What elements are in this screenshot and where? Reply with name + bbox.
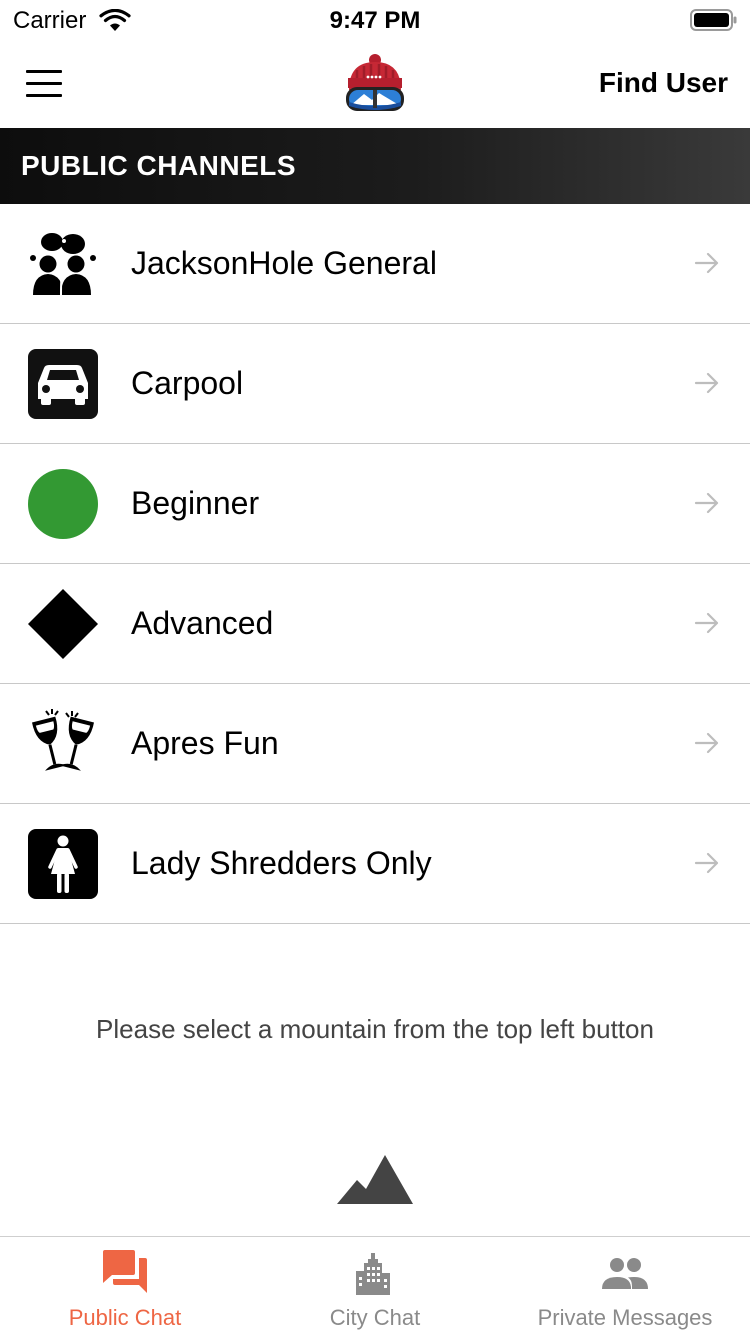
select-mountain-hint: Please select a mountain from the top le… — [96, 1014, 654, 1044]
find-user-button[interactable]: Find User — [599, 67, 728, 99]
section-header: PUBLIC CHANNELS — [0, 128, 750, 204]
tab-public-chat[interactable]: Public Chat — [0, 1237, 250, 1334]
ski-beanie-goggles-logo — [346, 54, 404, 111]
city-buildings-icon — [356, 1253, 390, 1295]
mountain-icon — [337, 1155, 413, 1204]
tab-city-chat[interactable]: City Chat — [250, 1237, 500, 1334]
tab-label: Public Chat — [68, 1305, 182, 1330]
arrow-right-icon — [694, 852, 719, 874]
channel-row-beginner[interactable]: Beginner — [0, 444, 750, 564]
chat-bubbles-icon — [103, 1250, 147, 1293]
green-circle-icon — [28, 469, 98, 539]
channel-row-lady-shredders-only[interactable]: Lady Shredders Only — [0, 804, 750, 924]
channel-name: Beginner — [131, 485, 260, 521]
nav-bar: Find User — [0, 40, 750, 128]
tab-label: City Chat — [329, 1305, 421, 1330]
arrow-right-icon — [694, 612, 719, 634]
hamburger-menu-icon[interactable] — [26, 70, 62, 98]
tab-private-messages[interactable]: Private Messages — [500, 1237, 750, 1334]
section-title: PUBLIC CHANNELS — [21, 150, 297, 181]
arrow-right-icon — [694, 732, 719, 754]
arrow-right-icon — [694, 492, 719, 514]
channel-row-carpool[interactable]: Carpool — [0, 324, 750, 444]
channel-list: JacksonHole General Carpool Beginner Adv… — [0, 204, 750, 924]
channel-row-advanced[interactable]: Advanced — [0, 564, 750, 684]
tab-label: Private Messages — [537, 1305, 713, 1330]
channel-name: Lady Shredders Only — [131, 845, 432, 881]
group-chat-icon — [30, 233, 96, 296]
channel-name: JacksonHole General — [131, 245, 437, 281]
tab-bar: Public Chat City Chat Private Messages — [0, 1236, 750, 1334]
wine-toast-icon — [32, 709, 94, 771]
channel-name: Advanced — [131, 605, 274, 641]
arrow-right-icon — [694, 252, 719, 274]
status-time: 9:47 PM — [329, 7, 421, 34]
channel-row-apres-fun[interactable]: Apres Fun — [0, 684, 750, 804]
arrow-right-icon — [694, 372, 719, 394]
woman-icon — [28, 829, 98, 899]
black-diamond-icon — [28, 589, 98, 659]
battery-icon — [690, 9, 737, 31]
channel-name: Carpool — [131, 365, 244, 401]
car-icon — [28, 349, 98, 419]
status-bar: Carrier 9:47 PM — [0, 0, 750, 40]
channel-row-jacksonhole-general[interactable]: JacksonHole General — [0, 204, 750, 324]
channel-name: Apres Fun — [131, 725, 279, 761]
people-icon — [602, 1258, 648, 1289]
